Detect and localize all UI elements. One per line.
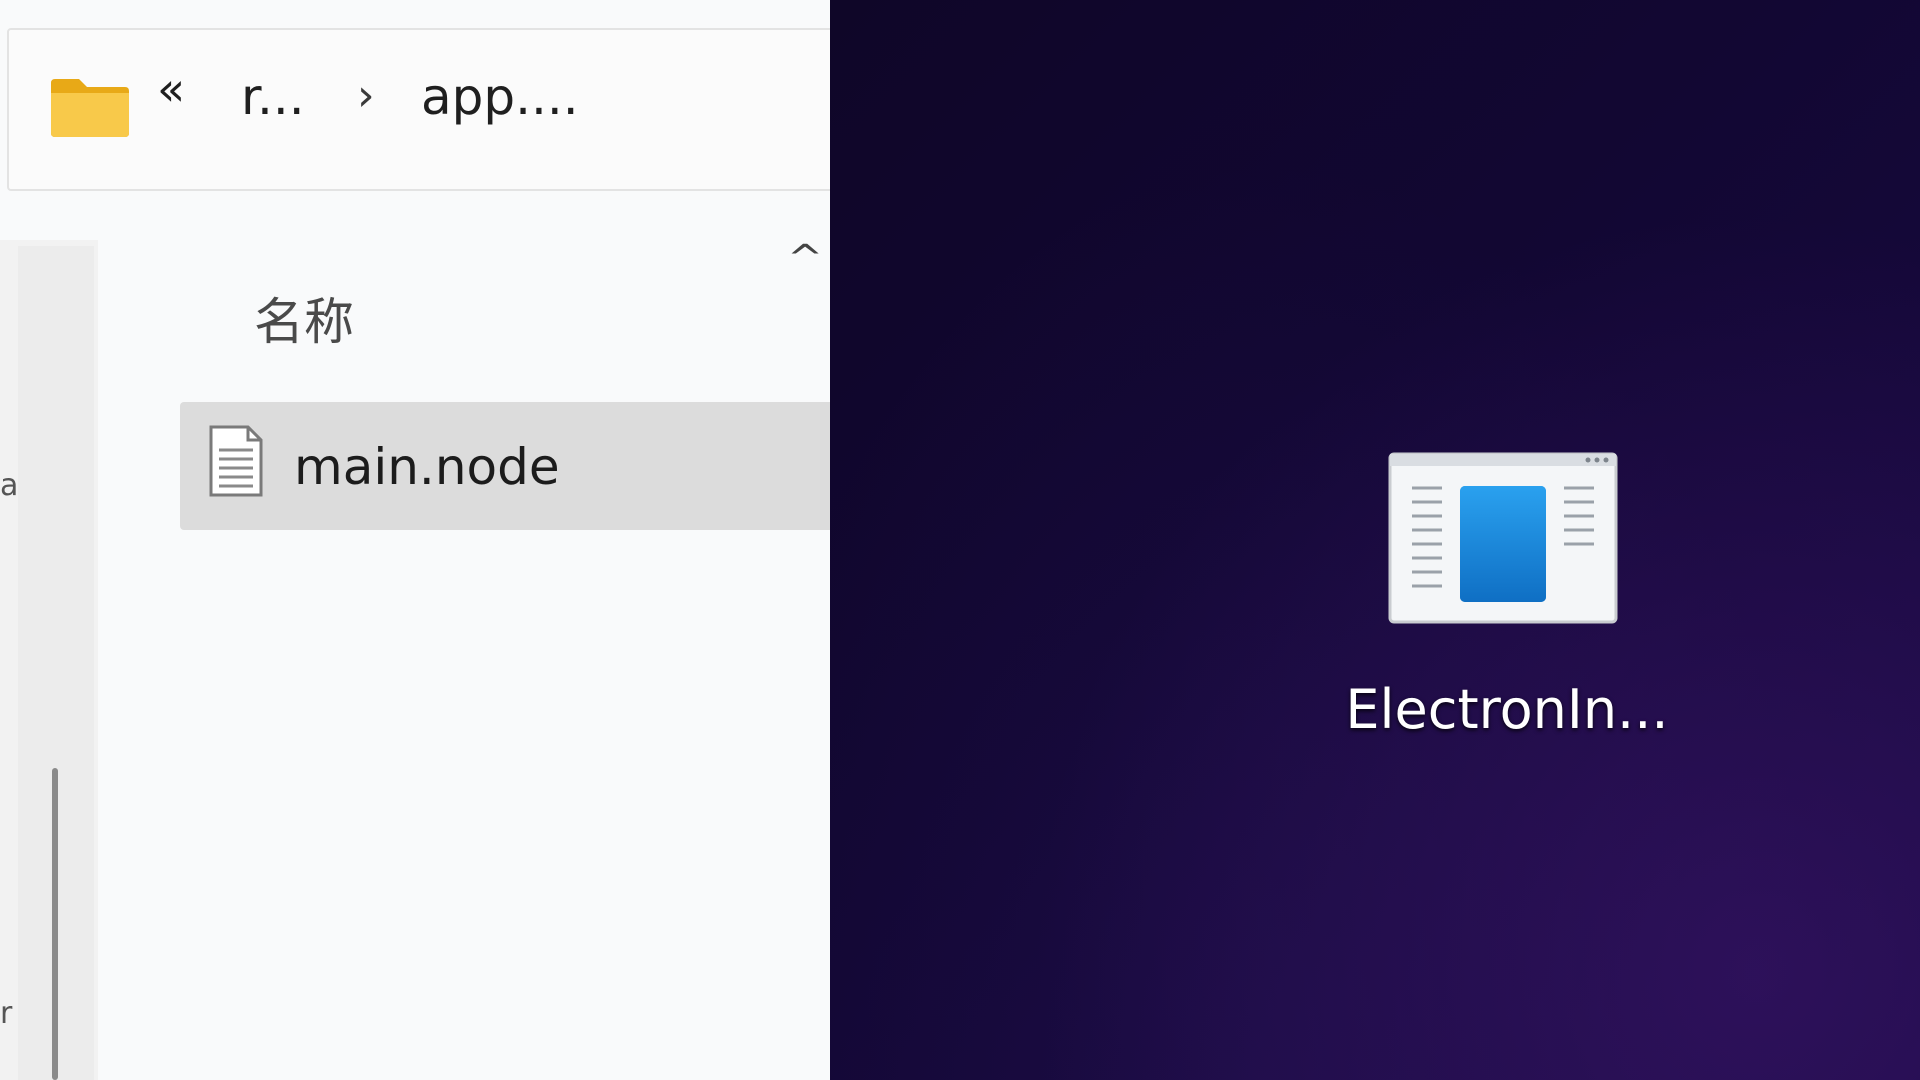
breadcrumb-item[interactable]: app....	[421, 72, 579, 122]
desktop-shortcut-electron-installer[interactable]: ElectronIn...	[1342, 452, 1672, 752]
folder-icon	[51, 79, 129, 137]
file-explorer-window: « r... › app.... ⌄ a r ^ 名称 main.node	[0, 0, 830, 1080]
application-window-icon	[1388, 452, 1618, 624]
screen: « r... › app.... ⌄ a r ^ 名称 main.node	[0, 0, 1920, 1080]
navigation-item-fragment[interactable]: r	[0, 996, 12, 1031]
text-file-icon	[209, 425, 263, 497]
desktop-shortcut-label: ElectronIn...	[1345, 678, 1669, 741]
column-header-name[interactable]: 名称	[254, 282, 354, 354]
breadcrumb-item[interactable]: r...	[241, 72, 305, 122]
address-bar[interactable]: « r... › app.... ⌄	[7, 28, 830, 191]
breadcrumb-separator-icon[interactable]: ›	[357, 74, 375, 118]
navigation-item-fragment[interactable]: a	[0, 468, 18, 503]
navigation-pane-scrollbar-thumb[interactable]	[52, 768, 58, 1080]
sort-ascending-icon[interactable]: ^	[787, 238, 823, 279]
breadcrumb-overflow-button[interactable]: «	[157, 66, 185, 112]
file-name: main.node	[294, 438, 560, 496]
desktop-background: ElectronIn...	[830, 0, 1920, 1080]
file-row[interactable]: main.node	[180, 402, 830, 530]
